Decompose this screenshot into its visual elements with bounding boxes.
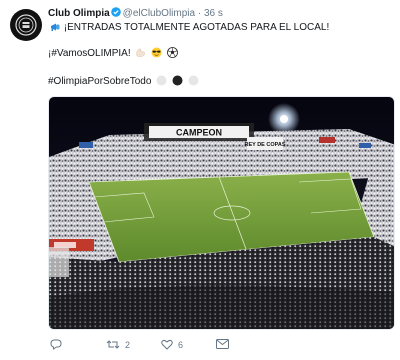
tweet-header: Club Olimpia @elClubOlimpia · 36 s: [48, 7, 223, 21]
author-name[interactable]: Club Olimpia: [48, 8, 110, 19]
avatar[interactable]: [10, 9, 42, 41]
tweet-text-line-2: ¡#VamosOLIMPIA!: [48, 47, 178, 62]
soccer-ball-icon: [167, 47, 178, 62]
flexed-biceps-icon: [135, 47, 146, 62]
reply-icon: [50, 339, 62, 350]
stadium-photo: CAMPEON REY DE COPAS: [49, 97, 394, 329]
retweet-icon: [106, 340, 120, 349]
message-button[interactable]: [216, 339, 234, 349]
circle-icon: [172, 75, 183, 90]
retweet-count: 2: [125, 339, 131, 350]
like-button[interactable]: 6: [161, 339, 183, 350]
circle-icon: [188, 75, 199, 90]
author-handle[interactable]: @elClubOlimpia: [123, 8, 195, 19]
time-separator: ·: [197, 8, 202, 19]
reply-button[interactable]: [50, 339, 67, 350]
verified-icon: [110, 7, 121, 21]
tweet-time[interactable]: 36 s: [204, 8, 223, 19]
banner-text: CAMPEON: [176, 128, 222, 138]
like-icon: [161, 339, 173, 350]
tweet-actions: 2 6: [48, 339, 348, 353]
crest-icon: [15, 14, 37, 36]
tweet-text-line-1: ¡ENTRADAS TOTALMENTE AGOTADAS PARA EL LO…: [48, 21, 329, 36]
sunglasses-face-icon: [151, 47, 162, 62]
tweet-text-1: ¡ENTRADAS TOTALMENTE AGOTADAS PARA EL LO…: [63, 22, 330, 33]
message-icon: [216, 339, 229, 349]
like-count: 6: [178, 339, 184, 350]
circle-icon: [156, 75, 167, 90]
hashtag-vamos-olimpia[interactable]: ¡#VamosOLIMPIA!: [48, 48, 131, 59]
tweet-text-line-3: #OlimpiaPorSobreTodo: [48, 75, 199, 90]
hashtag-olimpia-por-sobre-todo[interactable]: #OlimpiaPorSobreTodo: [48, 76, 151, 87]
megaphone-icon: [50, 22, 61, 36]
retweet-button[interactable]: 2: [106, 339, 130, 350]
tweet-media-photo[interactable]: CAMPEON REY DE COPAS: [48, 96, 395, 330]
banner-text-2: REY DE COPAS: [244, 142, 285, 148]
